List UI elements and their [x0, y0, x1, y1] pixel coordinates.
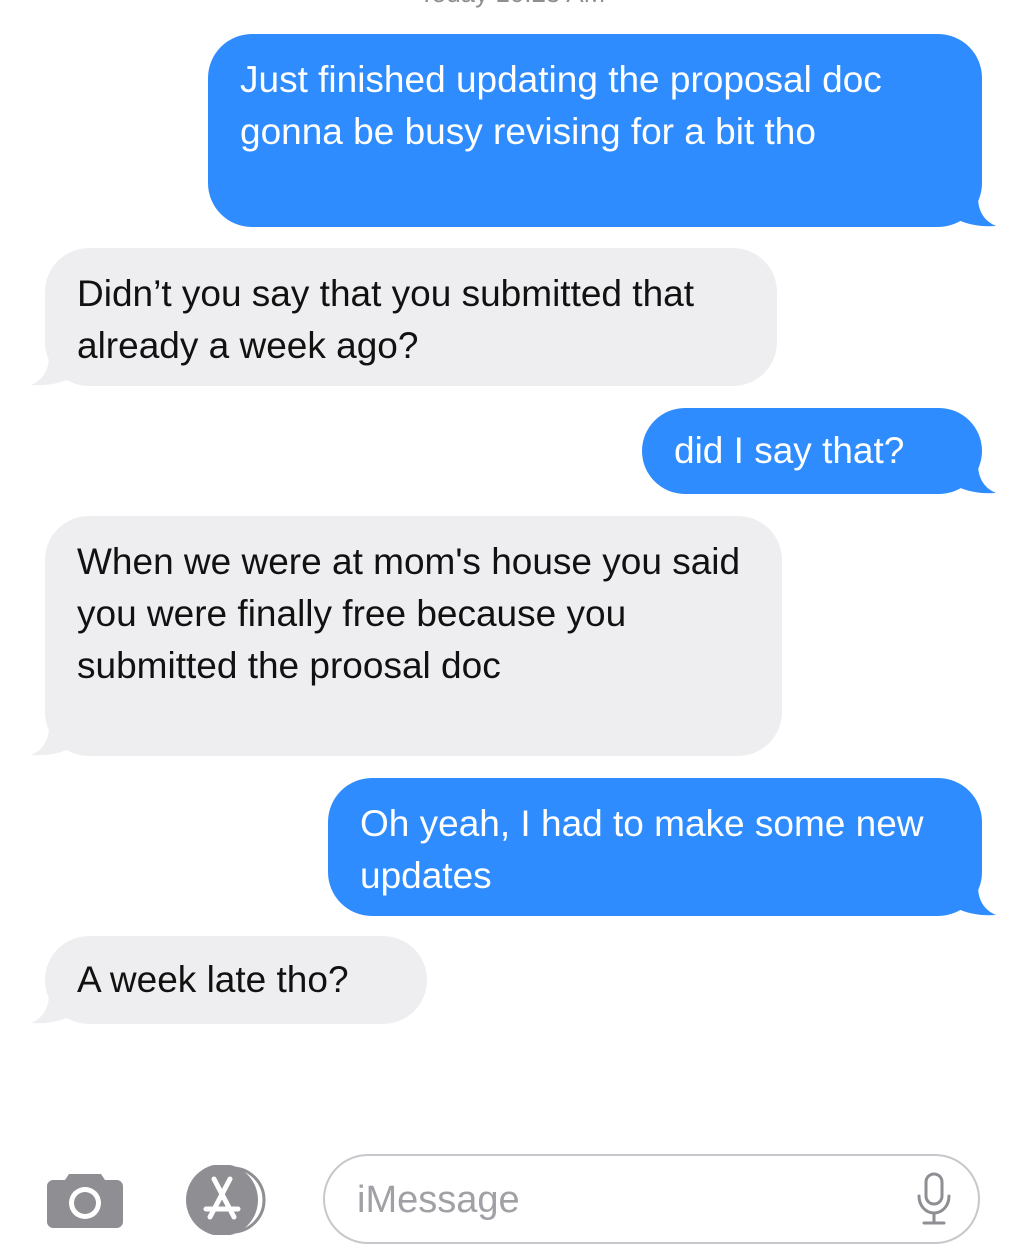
microphone-icon[interactable]: [916, 1172, 952, 1228]
app-store-button[interactable]: [184, 1164, 274, 1236]
message-bubble-sent[interactable]: Oh yeah, I had to make some new updates: [328, 778, 996, 916]
message-bubble-sent[interactable]: Just finished updating the proposal doc …: [208, 34, 996, 227]
camera-button[interactable]: [47, 1170, 123, 1228]
message-bubble-received[interactable]: A week late tho?: [31, 936, 427, 1024]
message-input-container[interactable]: [323, 1154, 980, 1244]
message-text: A week late tho?: [77, 959, 349, 1000]
timestamp: Today 10:25 AM: [0, 0, 1024, 9]
bubble-tail: [956, 197, 996, 227]
bubble-tail: [956, 886, 996, 916]
message-input[interactable]: [357, 1174, 897, 1226]
camera-icon: [47, 1174, 123, 1228]
bubble-tail: [31, 994, 71, 1024]
bubble-tail: [31, 726, 71, 756]
message-bubble-received[interactable]: When we were at mom's house you said you…: [31, 516, 782, 756]
bubble-tail: [956, 464, 996, 494]
message-bubble-received[interactable]: Didn’t you say that you submitted that a…: [31, 248, 777, 386]
message-text: did I say that?: [674, 430, 905, 471]
message-bubble-sent[interactable]: did I say that?: [642, 408, 996, 494]
message-text: Oh yeah, I had to make some new updates: [360, 803, 924, 896]
message-text: Didn’t you say that you submitted that a…: [77, 273, 695, 366]
message-text: Just finished updating the proposal doc …: [240, 59, 882, 152]
message-text: When we were at mom's house you said you…: [77, 541, 741, 686]
app-store-icon: [186, 1164, 266, 1236]
bubble-tail: [31, 356, 71, 386]
